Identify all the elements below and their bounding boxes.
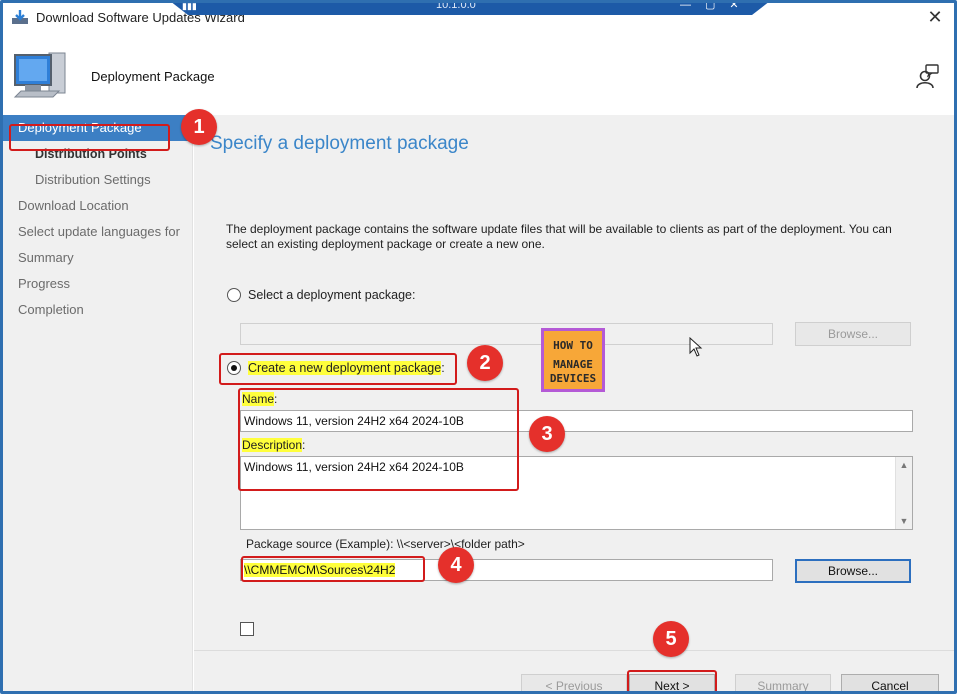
browse-source-button[interactable]: Browse... xyxy=(795,559,911,583)
annotation-box-next xyxy=(627,670,717,691)
annotation-box-deployment-package xyxy=(9,124,170,151)
logo-line-2: MANAGE xyxy=(553,358,593,371)
description-scrollbar[interactable]: ▲ ▼ xyxy=(895,457,912,529)
logo-line-3: DEVICES xyxy=(549,372,597,385)
select-package-radio[interactable] xyxy=(227,288,241,302)
step-badge-3: 3 xyxy=(529,416,565,452)
remote-desktop-bar[interactable]: ▮▮▮ 10.1.0.0 —▢✕ xyxy=(170,0,770,15)
remote-address: 10.1.0.0 xyxy=(436,0,476,11)
annotation-box-create-package xyxy=(219,353,457,385)
step-progress[interactable]: Progress xyxy=(3,271,193,297)
step-summary[interactable]: Summary xyxy=(3,245,193,271)
summary-button[interactable]: Summary xyxy=(735,674,831,691)
scroll-up-icon[interactable]: ▲ xyxy=(896,457,912,473)
page-title: Specify a deployment package xyxy=(210,133,469,154)
remote-window-controls[interactable]: —▢✕ xyxy=(680,3,753,11)
step-badge-2: 2 xyxy=(467,345,503,381)
mouse-cursor-icon xyxy=(689,337,703,357)
close-icon[interactable]: ✕ xyxy=(924,6,946,28)
signal-icon: ▮▮▮ xyxy=(182,1,197,11)
package-source-label: Package source (Example): \\<server>\<fo… xyxy=(246,537,525,551)
step-badge-4: 4 xyxy=(438,547,474,583)
select-package-label: Select a deployment package: xyxy=(248,288,416,302)
previous-button[interactable]: < Previous xyxy=(521,674,627,691)
wizard-header: Deployment Package xyxy=(3,33,954,115)
header-title: Deployment Package xyxy=(91,69,215,84)
wizard-window: Download Software Updates Wizard ▮▮▮ 10.… xyxy=(0,0,957,694)
step-badge-1: 1 xyxy=(181,109,217,145)
computer-icon xyxy=(13,52,66,98)
wizard-footer: < Previous Next > Summary Cancel xyxy=(194,650,954,691)
scroll-down-icon[interactable]: ▼ xyxy=(896,513,912,529)
browse-existing-button[interactable]: Browse... xyxy=(795,322,911,346)
step-completion[interactable]: Completion xyxy=(3,297,193,323)
download-icon xyxy=(12,10,28,24)
page-description: The deployment package contains the soft… xyxy=(226,222,892,251)
title-bar: Download Software Updates Wizard ▮▮▮ 10.… xyxy=(3,3,954,33)
step-select-update-languages[interactable]: Select update languages for xyxy=(3,219,193,245)
cancel-button[interactable]: Cancel xyxy=(841,674,939,691)
step-distribution-settings[interactable]: Distribution Settings xyxy=(3,167,193,193)
option-checkbox[interactable] xyxy=(240,622,254,636)
feedback-icon[interactable] xyxy=(914,63,940,89)
annotation-box-name-description xyxy=(238,388,519,491)
step-download-location[interactable]: Download Location xyxy=(3,193,193,219)
annotation-box-package-source xyxy=(241,556,425,582)
logo-line-1: HOW TO xyxy=(553,339,593,352)
step-badge-5: 5 xyxy=(653,621,689,657)
howto-manage-devices-logo: HOW TO MANAGE DEVICES xyxy=(541,328,605,392)
wizard-steps-sidebar: Deployment Package Distribution Points D… xyxy=(3,115,193,691)
